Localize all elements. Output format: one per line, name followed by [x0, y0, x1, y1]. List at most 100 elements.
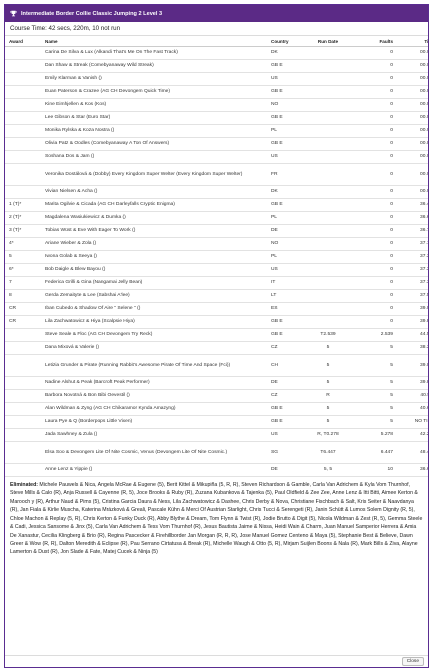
cell-award — [5, 111, 41, 125]
cell-faults: 0 — [353, 124, 397, 138]
table-row: Nadine Alshut & Peak (Barcroft Peak Perf… — [5, 376, 428, 390]
panel-footer: Close — [5, 655, 428, 667]
table-row: 1 (T)* Marita Ogilvie & Cicada (AG CH Dar… — [5, 198, 428, 212]
course-info: Course Time: 42 secs, 220m, 10 not run — [5, 22, 428, 36]
cell-time: 48.447 — [397, 441, 428, 464]
cell-award — [5, 85, 41, 99]
cell-faults: 0 — [353, 59, 397, 73]
cell-country: GB E — [267, 137, 303, 151]
cell-run-date — [303, 46, 353, 60]
cell-time: 36.442 — [397, 198, 428, 212]
table-row: Carina De Silva & Lux (Alkandi That's Me… — [5, 46, 428, 60]
cell-award: 6* — [5, 263, 41, 277]
cell-time: 42.278 — [397, 428, 428, 442]
cell-run-date — [303, 137, 353, 151]
cell-name: Carina De Silva & Lux (Alkandi That's Me… — [41, 46, 267, 60]
cell-award — [5, 124, 41, 138]
header-award[interactable]: Award — [5, 36, 41, 47]
cell-time: 37.330 — [397, 263, 428, 277]
cell-name: Iwona Golab & Seeya () — [41, 250, 267, 264]
cell-faults: 0 — [353, 250, 397, 264]
table-row: Laura Pye & Q (Borderpops Little Vixen) G… — [5, 415, 428, 429]
table-row: 3 (T)* Tobias Wüst & Eve With Eager To Wo… — [5, 224, 428, 238]
cell-country: NO — [267, 98, 303, 112]
eliminated-text: Michele Pauwels & Nica, Angela McRae & E… — [10, 482, 423, 556]
cell-run-date — [303, 150, 353, 164]
cell-country: DE — [267, 463, 303, 477]
table-row: 5Iwona Golab & Seeya ()PL 037.314 — [5, 250, 428, 264]
header-faults[interactable]: Faults — [353, 36, 397, 47]
cell-faults: 0 — [353, 46, 397, 60]
cell-run-date — [303, 237, 353, 251]
header-run-date[interactable]: Run Date — [303, 36, 353, 47]
table-row: Emily Klarman & Vanish ()US 000.000 — [5, 72, 428, 86]
table-header: Award Name Country Run Date Faults Time — [5, 36, 428, 47]
table-row: Veronika Dostálová & (Dobby) Every Kingd… — [5, 163, 428, 186]
cell-run-date — [303, 124, 353, 138]
cell-country: FR — [267, 163, 303, 186]
cell-run-date — [303, 185, 353, 199]
cell-country: CZ — [267, 341, 303, 355]
cell-name: Kine Eimhjellen & Kos (Kos) — [41, 98, 267, 112]
cell-name: Veronika Dostálová & (Dobby) Every Kingd… — [41, 163, 267, 186]
cell-faults: 0 — [353, 85, 397, 99]
cell-faults: 5 — [353, 341, 397, 355]
table-row: Kine Eimhjellen & Kos (Kos)NO 000.000 — [5, 98, 428, 112]
cell-time: 36.653 — [397, 211, 428, 225]
cell-time: 37.314 — [397, 250, 428, 264]
cell-faults: 0 — [353, 137, 397, 151]
header-name[interactable]: Name — [41, 36, 267, 47]
cell-run-date: R — [303, 389, 353, 403]
cell-name: Ariane Wieber & Zola () — [41, 237, 267, 251]
table-row: Barbora Novotná & Bon Bibi Oevestil () CZ… — [5, 389, 428, 403]
cell-faults: 0 — [353, 224, 397, 238]
cell-faults: 5 — [353, 389, 397, 403]
cell-name: Marita Ogilvie & Cicada (AG CH Darleyfal… — [41, 198, 267, 212]
cell-time: 00.000 — [397, 111, 428, 125]
cell-name: Emily Klarman & Vanish () — [41, 72, 267, 86]
eliminated-label: Eliminated: — [10, 482, 38, 488]
cell-country: US — [267, 263, 303, 277]
cell-country: IT — [267, 276, 303, 290]
cell-award: 7 — [5, 276, 41, 290]
cell-country: GB E — [267, 402, 303, 416]
cell-faults: 5 — [353, 354, 397, 377]
close-button[interactable]: Close — [401, 657, 424, 666]
cell-name: Dana Mixová & Valerie () — [41, 341, 267, 355]
cell-run-date — [303, 85, 353, 99]
cell-name: Jada Sawhney & Zula () — [41, 428, 267, 442]
cell-run-date: 5 — [303, 341, 353, 355]
cell-time: 37.554 — [397, 289, 428, 303]
cell-award — [5, 354, 41, 377]
cell-faults: 5 — [353, 402, 397, 416]
cell-award — [5, 328, 41, 342]
header-time[interactable]: Time — [397, 36, 428, 47]
cell-name: Olivia Patz & Oodles (Comebyanaway A Ton… — [41, 137, 267, 151]
cell-faults: 0 — [353, 289, 397, 303]
cell-run-date — [303, 289, 353, 303]
cell-run-date — [303, 302, 353, 316]
table-row: Olivia Patz & Oodles (Comebyanaway A Ton… — [5, 137, 428, 151]
cell-time: 39.877 — [397, 315, 428, 329]
cell-faults: 0 — [353, 98, 397, 112]
table-row: Dana Mixová & Valerie ()CZ5538.358 — [5, 341, 428, 355]
cell-run-date: R, T0.278 — [303, 428, 353, 442]
cell-country: PL — [267, 250, 303, 264]
cell-name: Dan Shaw & Streak (Comebyanaway Wild Str… — [41, 59, 267, 73]
header-country[interactable]: Country — [267, 36, 303, 47]
cell-award — [5, 59, 41, 73]
cell-run-date — [303, 315, 353, 329]
cell-name: Gerda Zemaityte & Lee (Sabshai A'lee) — [41, 289, 267, 303]
cell-faults: 0 — [353, 263, 397, 277]
cell-time: 00.000 — [397, 150, 428, 164]
table-row: Elsa Soo & Devongem Lite Of Nite Cosmic,… — [5, 441, 428, 464]
cell-faults: 0 — [353, 163, 397, 186]
cell-award — [5, 46, 41, 60]
cell-country: GB E — [267, 328, 303, 342]
cell-time: 40.608 — [397, 402, 428, 416]
cell-time: 40.511 — [397, 389, 428, 403]
cell-faults: 5 — [353, 415, 397, 429]
cell-name: Anne Lenz & Yippie () — [41, 463, 267, 477]
cell-name: Euan Paterson & Crazee (AG CH Devongem Q… — [41, 85, 267, 99]
cell-country: GB E — [267, 198, 303, 212]
